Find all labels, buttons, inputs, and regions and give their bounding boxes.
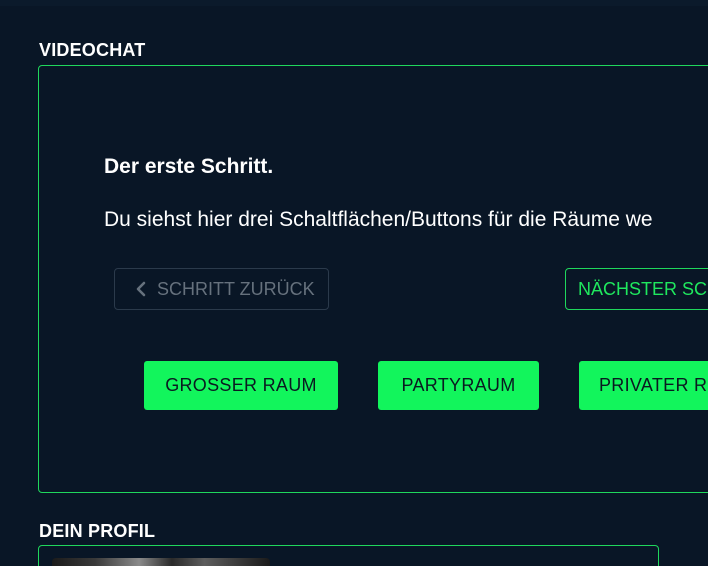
big-room-button[interactable]: GROSSER RAUM — [144, 361, 338, 410]
party-room-button[interactable]: PARTYRAUM — [378, 361, 539, 410]
tutorial-step-text: Du siehst hier drei Schaltflächen/Button… — [104, 208, 653, 231]
step-back-label: SCHRITT ZURÜCK — [157, 278, 315, 299]
videochat-section-title: VIDEOCHAT — [39, 40, 146, 60]
profile-avatar[interactable] — [52, 558, 270, 566]
party-room-label: PARTYRAUM — [401, 375, 516, 395]
tutorial-step-title: Der erste Schritt. — [104, 155, 274, 178]
big-room-label: GROSSER RAUM — [165, 375, 317, 395]
private-room-button[interactable]: PRIVATER R — [579, 361, 708, 410]
next-step-button[interactable]: NÄCHSTER SC — [565, 268, 708, 310]
profile-section-title: DEIN PROFIL — [39, 521, 156, 541]
chevron-left-icon — [136, 281, 146, 297]
private-room-label: PRIVATER R — [599, 375, 708, 395]
top-bar-edge — [0, 0, 708, 6]
next-step-label: NÄCHSTER SC — [578, 278, 708, 299]
step-back-button[interactable]: SCHRITT ZURÜCK — [114, 268, 329, 310]
page: VIDEOCHAT Der erste Schritt. Du siehst h… — [0, 0, 708, 566]
